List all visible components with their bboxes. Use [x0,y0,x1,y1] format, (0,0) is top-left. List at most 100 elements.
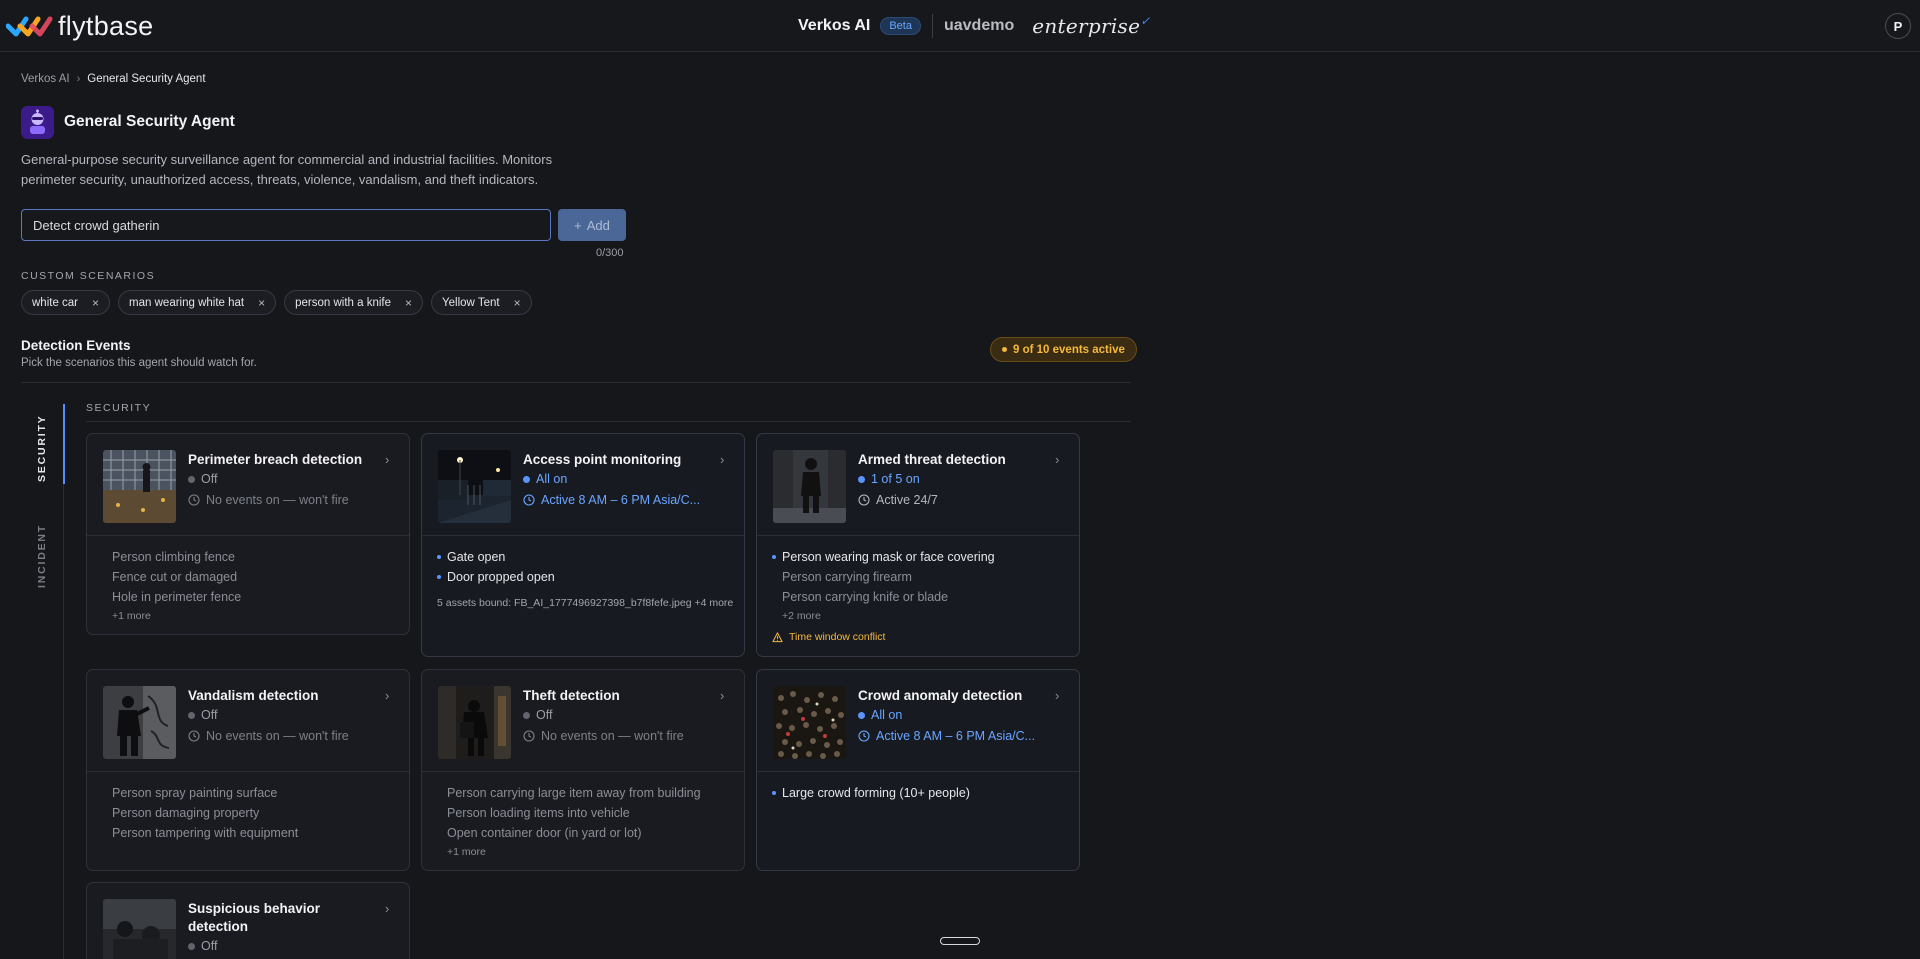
event-title: Vandalism detection [188,688,319,703]
status-text: Off [536,708,553,722]
status-dot [523,711,530,719]
event-card-theft[interactable]: Theft detection › Off No events on — won… [421,669,745,871]
plan-tick-icon: ✓ [1140,14,1151,28]
plan-name: enterprise✓ [1032,14,1150,38]
list-item: Person spray painting surface [112,786,278,800]
add-button-label: Add [586,217,610,233]
status-text: Off [201,708,218,722]
custom-scenario-input[interactable] [21,209,551,241]
list-item: Person wearing mask or face covering [757,547,1079,567]
time-window-warning: Time window conflict [757,631,1079,643]
event-title: Access point monitoring [523,452,682,467]
event-schedule: Active 24/7 [858,493,938,507]
warning-text: Time window conflict [789,631,886,643]
event-status: Off [188,472,217,486]
tab-incident[interactable]: INCIDENT [36,524,48,588]
event-title: Crowd anomaly detection [858,688,1023,703]
add-scenario-button[interactable]: + Add [558,209,626,241]
chevron-right-icon[interactable]: › [1055,452,1059,467]
event-card-vandalism[interactable]: Vandalism detection › Off No events on —… [86,669,410,871]
event-thumbnail [773,686,846,759]
event-schedule: Active 8 AM – 6 PM Asia/C... [523,493,700,507]
more-count[interactable]: +1 more [422,846,744,858]
org-name: uavdemo [943,17,1015,34]
clock-icon [523,730,535,742]
status-text: Off [201,472,218,486]
event-status: Off [523,708,552,722]
list-item: Person carrying knife or blade [782,590,949,604]
chevron-right-icon[interactable]: › [720,452,724,467]
top-center-info: Verkos AI Beta uavdemo enterprise✓ [798,14,1151,38]
event-title: Suspicious behavior detection [188,901,321,934]
more-count[interactable]: +1 more [87,610,409,622]
clock-icon [188,494,200,506]
scenario-chip: white car × [21,290,111,315]
status-dot [188,942,195,950]
bound-assets: 5 assets bound: FB_AI_1777496927398_b7f8… [437,597,734,609]
list-item: Hole in perimeter fence [112,590,242,604]
event-card-armed-threat[interactable]: Armed threat detection › 1 of 5 on Activ… [756,433,1080,657]
chevron-right-icon[interactable]: › [1055,688,1059,703]
app-name: Verkos AI [798,17,871,34]
char-count: 0/300 [596,247,624,259]
list-item: Gate open [422,547,744,567]
event-schedule: No events on — won't fire [188,493,349,507]
more-count[interactable]: +2 more [757,610,1079,622]
plus-icon: + [574,217,582,233]
flytbase-logo[interactable]: flytbase [6,12,153,40]
scroll-indicator[interactable] [940,937,980,945]
agent-robot-icon [21,106,54,139]
status-dot [523,475,530,483]
schedule-text: No events on — won't fire [206,729,349,743]
status-text: 1 of 5 on [871,472,920,486]
warning-icon [772,631,783,642]
side-tab-track [63,404,64,959]
chevron-right-icon: › [76,73,81,85]
schedule-text: Active 8 AM – 6 PM Asia/C... [541,493,701,507]
event-status: All on [523,472,567,486]
list-item: Person carrying firearm [782,570,912,584]
list-item: Door propped open [422,567,744,587]
event-card-access-point[interactable]: Access point monitoring › All on Active … [421,433,745,657]
status-text: Off [201,939,218,953]
schedule-text: Active 8 AM – 6 PM Asia/C... [876,729,1036,743]
side-tab-indicator [63,404,65,484]
clock-icon [858,494,870,506]
user-avatar[interactable]: P [1885,13,1911,39]
divider [86,421,1131,422]
event-status: Off [188,708,217,722]
detection-events-title: Detection Events [21,338,131,353]
chevron-right-icon[interactable]: › [385,688,389,703]
chevron-right-icon[interactable]: › [720,688,724,703]
status-dot [858,475,865,483]
clock-icon [188,730,200,742]
close-icon[interactable]: × [514,297,521,309]
tab-security[interactable]: SECURITY [36,415,48,483]
event-schedule: No events on — won't fire [523,729,684,743]
status-text: All on [536,472,568,486]
chevron-right-icon[interactable]: › [385,901,389,916]
event-card-crowd-anomaly[interactable]: Crowd anomaly detection › All on Active … [756,669,1080,871]
event-title: Armed threat detection [858,452,1006,467]
beta-badge: Beta [880,17,921,35]
list-item: Person carrying large item away from bui… [447,786,701,800]
clock-icon [858,730,870,742]
list-item: Person loading items into vehicle [447,806,630,820]
status-text: All on [871,708,903,722]
close-icon[interactable]: × [258,297,265,309]
chip-label: white car [32,296,79,309]
close-icon[interactable]: × [92,297,99,309]
event-thumbnail [103,899,176,959]
chevron-right-icon[interactable]: › [385,452,389,467]
status-dot [188,711,195,719]
divider [21,382,1131,383]
event-card-perimeter-breach[interactable]: Perimeter breach detection › Off No even… [86,433,410,635]
agent-description: General-purpose security surveillance ag… [21,152,553,187]
event-title: Theft detection [523,688,620,703]
custom-scenario-chips: white car × man wearing white hat × pers… [21,290,532,315]
chip-label: man wearing white hat [129,296,245,309]
detection-events-subtitle: Pick the scenarios this agent should wat… [21,357,257,369]
event-card-suspicious-behavior[interactable]: Suspicious behavior detection › Off [86,882,410,959]
close-icon[interactable]: × [405,297,412,309]
breadcrumb-parent-link[interactable]: Verkos AI [21,73,70,85]
